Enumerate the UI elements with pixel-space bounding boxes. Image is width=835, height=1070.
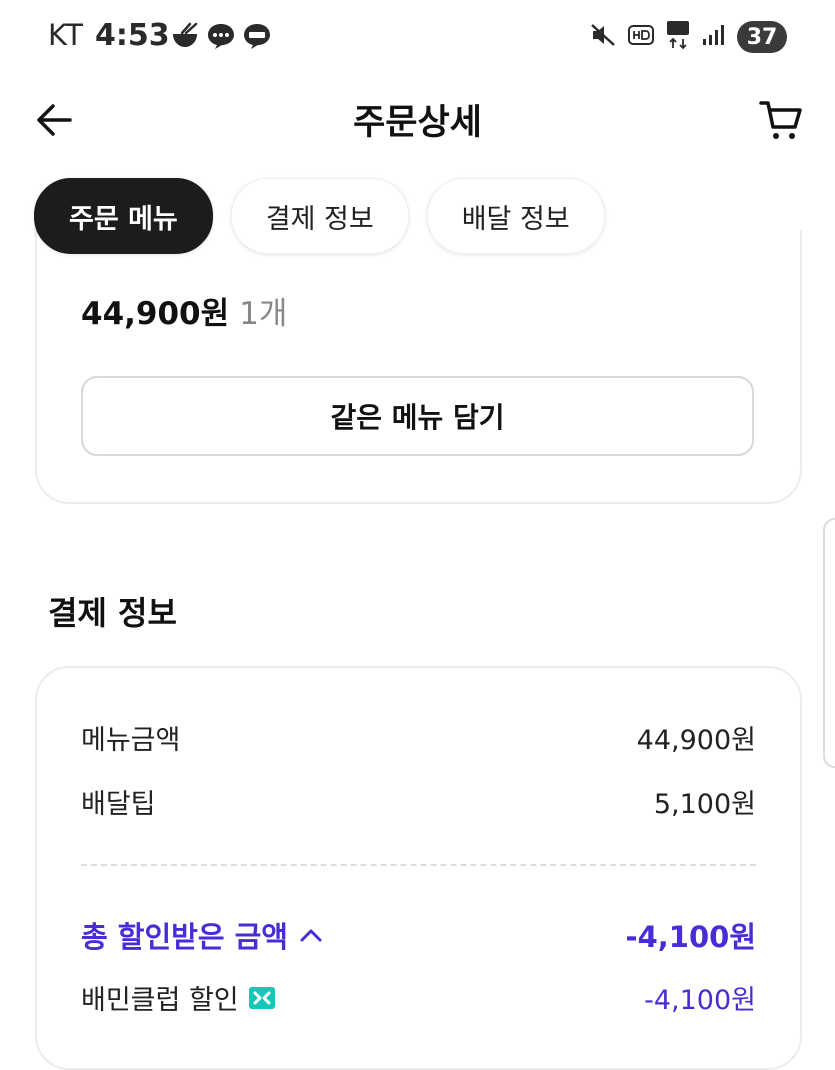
carrier-label: KT bbox=[48, 18, 84, 52]
app-header: 주문상세 bbox=[0, 78, 835, 158]
total-discount-label: 총 할인받은 금액 bbox=[81, 920, 288, 954]
menu-price: 44,900원 bbox=[81, 296, 230, 332]
delivery-tip-label: 배달팁 bbox=[81, 789, 156, 820]
page-title: 주문상세 bbox=[353, 103, 482, 143]
club-discount-label: 배민클럽 할인 bbox=[81, 985, 239, 1016]
delivery-tip-value: 5,100원 bbox=[653, 789, 756, 820]
dashed-divider bbox=[81, 864, 756, 866]
menu-amount-label: 메뉴금액 bbox=[81, 725, 181, 756]
notification-icons bbox=[170, 22, 272, 54]
payment-card: 메뉴금액 44,900원 배달팁 5,100원 총 할인받은 금액 -4,100… bbox=[35, 666, 802, 1070]
signal-icon bbox=[701, 23, 727, 51]
order-menu-card: 44,900원 1개 같은 메뉴 담기 bbox=[35, 230, 802, 504]
tab-payment-info[interactable]: 결제 정보 bbox=[230, 178, 409, 254]
food-bowl-icon bbox=[170, 22, 200, 54]
tab-order-menu[interactable]: 주문 메뉴 bbox=[34, 178, 213, 254]
hd-icon bbox=[627, 23, 655, 51]
cart-icon bbox=[759, 101, 802, 139]
add-same-menu-button[interactable]: 같은 메뉴 담기 bbox=[81, 376, 754, 456]
club-discount-value: -4,100원 bbox=[644, 985, 756, 1016]
club-discount-row: 배민클럽 할인 -4,100원 bbox=[81, 978, 756, 1017]
delivery-tip-row: 배달팁 5,100원 bbox=[81, 782, 756, 821]
payment-section-title: 결제 정보 bbox=[48, 594, 177, 632]
tab-delivery-info[interactable]: 배달 정보 bbox=[426, 178, 605, 254]
total-discount-toggle[interactable]: 총 할인받은 금액 bbox=[81, 914, 324, 956]
baemin-club-badge-icon bbox=[248, 986, 275, 1009]
menu-price-line: 44,900원 1개 bbox=[81, 288, 287, 333]
cart-button[interactable] bbox=[755, 94, 807, 146]
mute-icon bbox=[589, 21, 617, 53]
menu-amount-row: 메뉴금액 44,900원 bbox=[81, 718, 756, 757]
system-icons: 37 bbox=[589, 20, 787, 54]
message-icon bbox=[206, 22, 236, 54]
menu-quantity: 1개 bbox=[239, 296, 288, 332]
clock: 4:53 bbox=[95, 18, 170, 53]
total-discount-row: 총 할인받은 금액 -4,100원 bbox=[81, 914, 756, 956]
kakaotalk-icon bbox=[242, 22, 272, 54]
battery-indicator: 37 bbox=[737, 21, 787, 53]
side-drawer-handle[interactable] bbox=[823, 518, 835, 768]
status-bar: KT 4:53 37 bbox=[0, 0, 835, 76]
total-discount-value: -4,100원 bbox=[625, 920, 756, 954]
chevron-up-icon bbox=[300, 929, 322, 942]
5g-icon bbox=[665, 20, 691, 54]
section-tabs: 주문 메뉴 결제 정보 배달 정보 bbox=[34, 178, 605, 254]
menu-amount-value: 44,900원 bbox=[636, 725, 756, 756]
